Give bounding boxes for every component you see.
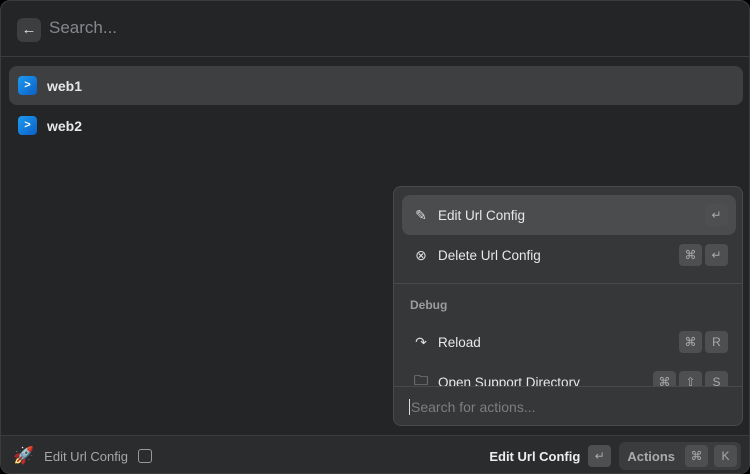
terminal-chevron-icon: > <box>18 116 37 135</box>
actions-search-placeholder: Search for actions... <box>409 399 536 415</box>
terminal-chevron-icon: > <box>18 76 37 95</box>
action-label: Reload <box>438 334 481 350</box>
k-key: K <box>714 445 737 467</box>
action-label: Edit Url Config <box>438 207 526 223</box>
r-key: R <box>705 331 728 353</box>
action-edit-url-config[interactable]: ✎ Edit Url Config ↵ <box>402 195 736 235</box>
cmd-key: ⌘ <box>685 445 708 467</box>
list-item[interactable]: > web2 <box>9 106 743 145</box>
actions-panel: ✎ Edit Url Config ↵ ⊗ Delete Url Config … <box>393 186 743 426</box>
primary-action-button[interactable]: Edit Url Config <box>489 449 580 464</box>
pencil-icon: ✎ <box>415 206 427 223</box>
footer-bar: 🚀 Edit Url Config Edit Url Config ↵ Acti… <box>1 435 749 473</box>
toast-drawer-icon[interactable] <box>137 449 152 463</box>
cmd-key: ⌘ <box>679 244 702 266</box>
action-reload[interactable]: ↷ Reload ⌘ R <box>402 322 736 362</box>
footer-title: Edit Url Config <box>44 448 128 464</box>
search-bar: ← Search... <box>1 1 749 57</box>
action-label: Delete Url Config <box>438 247 541 263</box>
cmd-key: ⌘ <box>679 331 702 353</box>
back-arrow-icon[interactable]: ← <box>17 18 41 42</box>
list-item-label: web2 <box>47 117 83 134</box>
action-delete-url-config[interactable]: ⊗ Delete Url Config ⌘ ↵ <box>402 235 736 275</box>
section-header-debug: Debug <box>410 298 448 312</box>
actions-label: Actions <box>627 448 675 464</box>
list-item[interactable]: > web1 <box>9 66 743 105</box>
enter-key: ↵ <box>705 244 728 266</box>
reload-icon: ↷ <box>415 333 427 350</box>
list-item-label: web1 <box>47 77 83 94</box>
enter-key: ↵ <box>705 204 728 226</box>
launcher-window: ← Search... > web1 > web2 ✎ Edit Url Con… <box>0 0 750 474</box>
actions-button[interactable]: Actions ⌘ K <box>619 442 741 470</box>
divider <box>394 283 742 284</box>
circle-x-icon: ⊗ <box>415 246 427 263</box>
enter-key: ↵ <box>588 445 612 467</box>
search-input[interactable]: Search... <box>49 18 117 38</box>
actions-search-input[interactable]: Search for actions... <box>394 386 742 425</box>
rocket-icon: 🚀 <box>13 446 35 465</box>
